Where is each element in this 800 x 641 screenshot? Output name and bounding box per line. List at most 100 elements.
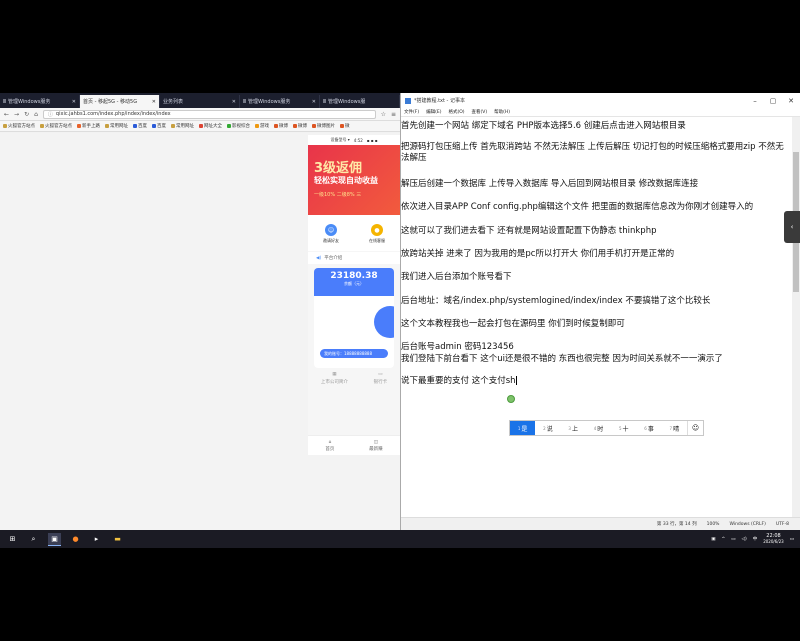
nav-more[interactable]: ◫ 最新赚: [369, 440, 383, 452]
zoom-level: 100%: [706, 521, 720, 527]
star-icon[interactable]: ☆: [381, 111, 386, 118]
ime-candidate-5[interactable]: 5十: [611, 421, 636, 435]
vertical-scrollbar[interactable]: [792, 117, 800, 517]
text-line: 首先创建一个网站 绑定下域名 PHP版本选择5.6 创建后点击进入网站根目录: [401, 121, 686, 131]
bank-card-item[interactable]: ▭ 银行卡: [374, 372, 388, 385]
gift-icon: ◫: [373, 439, 378, 445]
ime-language-indicator[interactable]: 中: [753, 536, 758, 542]
browser-tab-0[interactable]: Ⅲ 管理Windows服务 ✕: [0, 95, 80, 108]
side-panel-toggle[interactable]: ‹: [784, 211, 800, 243]
browser-tab-2[interactable]: 业务列表 ✕: [160, 95, 240, 108]
bookmark-8[interactable]: 影视综合: [227, 123, 250, 129]
minimize-icon[interactable]: –: [746, 97, 764, 105]
reload-icon[interactable]: ↻: [24, 111, 29, 118]
close-icon[interactable]: ✕: [72, 99, 76, 105]
balance-label: 余额（元）: [344, 281, 364, 286]
bookmark-7[interactable]: 网址大全: [199, 123, 222, 129]
browser-content: 设备型号 ▾ 4:52 ▪ ▪ ▪ 3级返佣 轻松实现自动收益 一级10% 二级…: [0, 133, 400, 530]
invite-friend-button[interactable]: ☺ 邀请好友: [323, 224, 339, 244]
folder-icon: [40, 124, 44, 128]
bookmark-label: 新手上路: [82, 124, 100, 129]
network-icon[interactable]: ▭: [731, 537, 735, 542]
notepad-editor[interactable]: 首先创建一个网站 绑定下域名 PHP版本选择5.6 创建后点击进入网站根目录 把…: [401, 117, 793, 517]
close-icon[interactable]: ✕: [232, 99, 236, 105]
clock[interactable]: 22:08 2020/6/23: [763, 533, 784, 545]
banner-title: 3级返佣: [314, 161, 363, 176]
browser-window: Ⅲ 管理Windows服务 ✕ 首页 - 移起5G - 移动5G ✕ 业务列表 ✕ Ⅲ…: [0, 93, 400, 530]
balance-header: 23180.38 余额（元）: [314, 268, 394, 296]
text-line: 后台账号admin 密码123456: [401, 342, 514, 352]
ime-candidate-4[interactable]: 4时: [586, 421, 611, 435]
notice-bar[interactable]: ◀) 平台介绍: [308, 252, 400, 264]
device-toolbar: 设备型号 ▾ 4:52 ▪ ▪ ▪: [308, 135, 400, 145]
bookmark-9[interactable]: 游戏: [255, 123, 269, 129]
menu-edit[interactable]: 编辑(E): [426, 109, 441, 115]
browser-tab-3[interactable]: Ⅲ 管理Windows服务 ✕: [240, 95, 320, 108]
bookmark-2[interactable]: 新手上路: [77, 123, 100, 129]
balance-card: 23180.38 余额（元） 我的账号：18888888888: [314, 268, 394, 368]
bookmark-13[interactable]: 微: [340, 123, 350, 129]
decor-circle: [374, 306, 394, 338]
bookmark-5[interactable]: 百度: [152, 123, 166, 129]
ime-candidate-7[interactable]: 7晴: [662, 421, 687, 435]
maximize-icon[interactable]: ▢: [764, 97, 782, 105]
nav-more-label: 最新赚: [369, 446, 383, 452]
menu-help[interactable]: 帮助(H): [494, 109, 510, 115]
ime-candidate-1[interactable]: 1是: [510, 421, 536, 435]
tray-app-icon[interactable]: ▣: [711, 537, 715, 542]
back-icon[interactable]: ←: [4, 111, 9, 118]
device-time: 4:52: [353, 137, 363, 143]
close-icon[interactable]: ✕: [782, 97, 800, 105]
online-service-button[interactable]: ● 在线客服: [369, 224, 385, 244]
firefox-icon[interactable]: ●: [69, 533, 82, 546]
file-explorer-icon[interactable]: ▬: [111, 533, 124, 546]
bookmark-label: 游戏: [260, 124, 269, 129]
menu-icon[interactable]: ≡: [391, 111, 396, 118]
bookmark-0[interactable]: 火狐官方站点: [3, 123, 35, 129]
menu-format[interactable]: 格式(O): [448, 109, 464, 115]
firefox-icon: [77, 124, 81, 128]
ime-candidate-bar: 1是 2说 3上 4时 5十 6事 7晴 ☺: [509, 420, 704, 436]
device-select[interactable]: 设备型号 ▾: [331, 137, 350, 143]
menu-view[interactable]: 查看(V): [472, 109, 488, 115]
notification-icon[interactable]: ▭: [790, 537, 794, 542]
bookmark-12[interactable]: 微博图片: [312, 123, 335, 129]
bookmark-label: 微博: [279, 124, 288, 129]
close-icon[interactable]: ✕: [152, 99, 156, 105]
bookmark-6[interactable]: 常用网址: [171, 123, 194, 129]
bookmark-10[interactable]: 微博: [274, 123, 288, 129]
company-intro-item[interactable]: ▦ 上市公司简介: [321, 372, 348, 385]
line-ending: Windows (CRLF): [729, 521, 766, 527]
promo-banner[interactable]: 3级返佣 轻松实现自动收益 一级10% 二级8% 三: [308, 145, 400, 215]
forward-icon[interactable]: →: [14, 111, 19, 118]
home-icon: ⌂: [328, 439, 332, 445]
ime-candidate-3[interactable]: 3上: [561, 421, 586, 435]
browser-tab-1[interactable]: 首页 - 移起5G - 移动5G ✕: [80, 95, 160, 108]
nav-home[interactable]: ⌂ 首页: [325, 440, 334, 452]
mouse-cursor-icon: [507, 395, 515, 403]
close-icon[interactable]: ✕: [312, 99, 316, 105]
bookmark-label: 常用网址: [110, 124, 128, 129]
banner-rates: 一级10% 二级8% 三: [314, 192, 362, 198]
search-icon[interactable]: ⌕: [27, 533, 40, 546]
home-icon[interactable]: ⌂: [34, 111, 38, 118]
windows-start-icon[interactable]: ⊞: [6, 533, 19, 546]
bookmark-11[interactable]: 微博: [293, 123, 307, 129]
browser-tab-4[interactable]: Ⅲ 管理Windows服: [320, 95, 400, 108]
ime-candidate-2[interactable]: 2说: [535, 421, 560, 435]
text-line: 我们进入后台添加个账号看下: [401, 272, 512, 282]
cand-num: 5: [618, 425, 622, 431]
bookmark-3[interactable]: 常用网址: [105, 123, 128, 129]
volume-icon[interactable]: ◁): [742, 537, 747, 542]
info-icon[interactable]: ⓘ: [48, 111, 53, 118]
ime-candidate-6[interactable]: 6事: [636, 421, 661, 435]
emoji-icon[interactable]: ☺: [686, 421, 703, 435]
folder-icon: [3, 124, 7, 128]
bookmark-1[interactable]: 火狐官方站点: [40, 123, 72, 129]
remote-desktop-icon[interactable]: ▸: [90, 533, 103, 546]
bookmark-4[interactable]: 百度: [133, 123, 147, 129]
task-view-icon[interactable]: ▣: [48, 532, 61, 546]
menu-file[interactable]: 文件(F): [404, 109, 419, 115]
url-bar[interactable]: ⓘ qixic.jahbs1.com/index.php/index/index…: [42, 109, 376, 119]
chevron-up-icon[interactable]: ^: [721, 537, 725, 542]
